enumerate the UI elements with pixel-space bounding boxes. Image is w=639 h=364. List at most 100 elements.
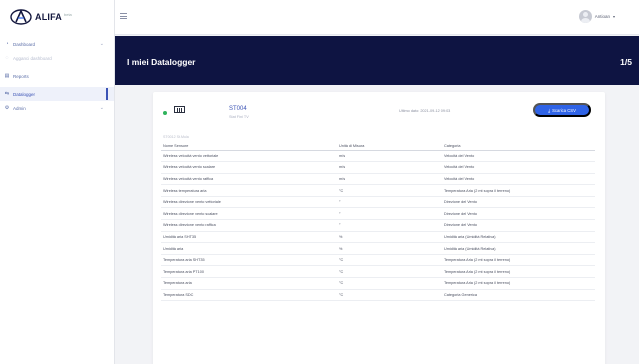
chart-icon: ▤ <box>4 73 10 79</box>
table-row: Temperatura aria °C Temperatura Aria (2 mt… <box>161 277 595 290</box>
sensor-name-cell: Wireless direzione vento raffica <box>161 219 337 232</box>
datalogger-device-icon <box>174 106 185 113</box>
datalogger-icon: ⇆ <box>4 91 10 97</box>
table-row: Temperatura SDC °C Categoria Generica <box>161 289 595 302</box>
device-subtitle: Stat Fini TV <box>229 115 249 119</box>
unit-cell: m/s <box>337 161 442 174</box>
sidebar-item-reports[interactable]: ▤ Reports <box>0 69 114 83</box>
sensor-name-cell: Wireless velocità vento vettoriale <box>161 150 337 163</box>
avatar <box>578 10 592 23</box>
column-header-category: Categoria <box>442 142 595 151</box>
online-status-icon <box>163 111 167 115</box>
category-cell: Velocità del Vento <box>442 150 595 163</box>
sidebar: ALIFA beta ◔ Dashboard ⌄ ◌ Agganci dashb… <box>0 0 115 364</box>
user-menu[interactable]: Antioan ▾ <box>578 10 615 23</box>
unit-cell: ° <box>337 219 442 232</box>
category-cell: Velocità del Vento <box>442 161 595 174</box>
link-icon: ◌ <box>5 55 9 61</box>
unit-cell: °C <box>337 254 442 267</box>
category-cell: Categoria Generica <box>442 289 595 302</box>
sidebar-item-agganci[interactable]: ◌ Agganci dashboard <box>0 51 114 65</box>
chevron-down-icon: ⌄ <box>99 41 104 47</box>
unit-cell: °C <box>337 184 442 197</box>
sensor-name-cell: Temperatura aria SHT35 <box>161 254 337 267</box>
unit-cell: °C <box>337 289 442 302</box>
table-row: Wireless direzione vento raffica ° Direzio… <box>161 219 595 232</box>
category-cell: Velocità del Vento <box>442 173 595 186</box>
sidebar-item-datalogger[interactable]: ⇆ Datalogger <box>0 87 114 101</box>
download-icon: ⤓ <box>548 107 551 113</box>
gear-icon: ⚙ <box>4 105 10 111</box>
table-row: Umidità aria% Umidità aria (Umidità Relat… <box>161 242 595 255</box>
table-row: Temperatura aria PT100 °C Temperatura Aria… <box>161 265 595 279</box>
brand-logo[interactable]: ALIFA beta <box>0 0 114 33</box>
sensor-name-cell: Wireless temperatura aria <box>161 184 337 197</box>
table-row: Wireless velocità vento vettoriale m/s Vel… <box>161 150 595 163</box>
category-cell: Temperatura Aria (2 mt sopra il terreno) <box>442 184 595 197</box>
unit-cell: m/s <box>337 150 442 163</box>
category-cell: Direzione del Vento <box>442 207 595 221</box>
sensor-name-cell: Umidità aria SHT35 <box>161 231 337 244</box>
user-name: Antioan <box>594 14 610 19</box>
unit-cell: °C <box>337 265 442 279</box>
sensor-name-cell: Umidità aria <box>161 242 337 255</box>
category-cell: Direzione del Vento <box>442 219 595 232</box>
page-title: I miei Datalogger <box>127 57 196 67</box>
unit-cell: m/s <box>337 173 442 186</box>
category-cell: Umidità aria (Umidità Relativa) <box>442 231 595 244</box>
dashboard-icon: ◔ <box>5 41 9 47</box>
category-cell: Umidità aria (Umidità Relativa) <box>442 242 595 255</box>
category-cell: Temperatura Aria (2 mt sopra il terreno) <box>442 254 595 267</box>
unit-cell: % <box>337 231 442 244</box>
sidebar-item-label: Admin <box>13 105 26 111</box>
sidebar-item-label: Reports <box>13 73 29 79</box>
caret-down-icon: ▾ <box>612 14 615 19</box>
device-name-link[interactable]: ST004 <box>229 106 247 112</box>
sidebar-item-label: Dashboard <box>13 41 36 47</box>
sidebar-item-admin[interactable]: ⚙ Admin ⌄ <box>0 101 114 115</box>
download-csv-button[interactable]: ⤓ Scarica CSV <box>533 103 591 117</box>
sidebar-item-label: Datalogger <box>13 91 36 97</box>
table-row: Wireless temperatura aria °C Temperatura A… <box>161 184 595 197</box>
chevron-down-icon: ⌄ <box>99 105 104 111</box>
category-cell: Temperatura Aria (2 mt sopra il terreno) <box>442 277 595 290</box>
sensor-name-cell: Temperatura aria PT100 <box>161 265 337 279</box>
table-row: Umidità aria SHT35% Umidità aria (Umidità… <box>161 231 595 244</box>
category-cell: Direzione del Vento <box>442 196 595 209</box>
unit-cell: ° <box>337 207 442 221</box>
datalogger-count: 1/5 <box>620 57 632 67</box>
unit-cell: % <box>337 242 442 255</box>
sensor-name-cell: Temperatura aria <box>161 277 337 290</box>
brand-badge: beta <box>64 11 72 17</box>
sensor-name-cell: Wireless direzione vento vettoriale <box>161 196 337 209</box>
sensors-table: Nome Sensore Unità di Misura Categoria W… <box>161 142 595 302</box>
table-header-row: Nome Sensore Unità di Misura Categoria <box>161 142 595 151</box>
unit-cell: °C <box>337 277 442 290</box>
sidebar-nav: ◔ Dashboard ⌄ ◌ Agganci dashboard ▤ Repo… <box>0 37 114 115</box>
column-header-unit: Unità di Misura <box>337 142 442 151</box>
category-cell: Temperatura Aria (2 mt sopra il terreno) <box>442 265 595 279</box>
device-serial: ST0012 St.Mula <box>163 135 189 139</box>
table-row: Wireless direzione vento scalare ° Direzio… <box>161 207 595 221</box>
datalogger-card: ST004 Stat Fini TV Ultimo dato: 2021-09-… <box>153 92 605 364</box>
sensor-name-cell: Wireless direzione vento scalare <box>161 207 337 221</box>
table-row: Wireless velocità vento scalare m/s Veloci… <box>161 161 595 174</box>
unit-cell: ° <box>337 196 442 209</box>
alifa-logo-icon <box>10 8 32 26</box>
sensors-table-body: Wireless velocità vento vettoriale m/s Vel… <box>161 150 595 302</box>
page-header: I miei Datalogger 1/5 <box>115 36 639 85</box>
sidebar-item-dashboard[interactable]: ◔ Dashboard ⌄ <box>0 37 114 51</box>
column-header-sensor: Nome Sensore <box>161 142 337 151</box>
download-csv-label: Scarica CSV <box>552 107 576 113</box>
sidebar-item-label: Agganci dashboard <box>13 55 52 61</box>
sensor-name-cell: Temperatura SDC <box>161 289 337 302</box>
sensor-name-cell: Wireless velocità vento raffica <box>161 173 337 186</box>
table-row: Wireless direzione vento vettoriale ° Dire… <box>161 196 595 209</box>
table-row: Wireless velocità vento raffica m/s Veloci… <box>161 173 595 186</box>
sensor-name-cell: Wireless velocità vento scalare <box>161 161 337 174</box>
top-bar: Antioan ▾ <box>115 0 639 35</box>
menu-toggle-icon[interactable] <box>120 13 127 19</box>
brand-name: ALIFA <box>35 11 62 22</box>
table-row: Temperatura aria SHT35 °C Temperatura Aria… <box>161 254 595 267</box>
last-data-timestamp: Ultimo dato: 2021-09-12 09:03 <box>399 109 451 113</box>
